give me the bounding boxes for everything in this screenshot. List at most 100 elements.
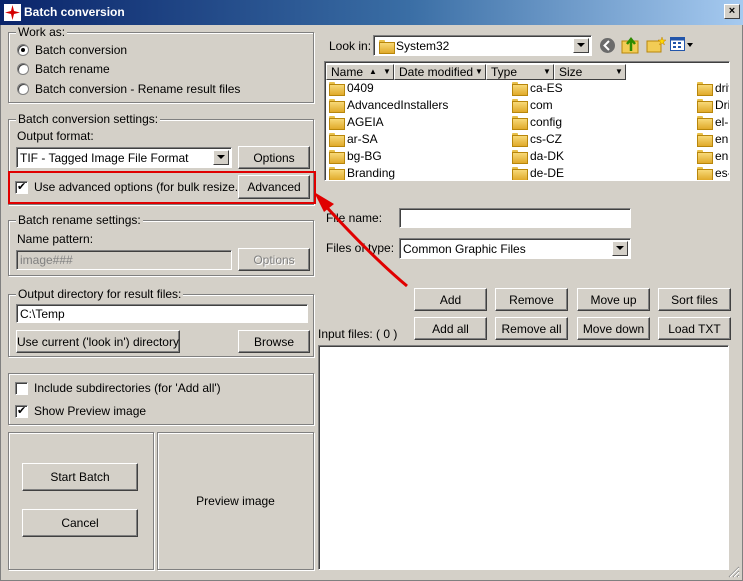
list-item-label: da-DK (530, 149, 565, 163)
list-item[interactable]: da-DK (512, 148, 564, 164)
list-item[interactable]: ca-ES (512, 80, 563, 96)
list-item[interactable]: cs-CZ (512, 131, 562, 147)
view-menu-icon[interactable] (670, 37, 694, 53)
rename-settings-group: Batch rename settings: Name pattern: ima… (8, 213, 314, 276)
chevron-down-icon[interactable]: ▼ (382, 66, 392, 78)
input-files-label: Input files: ( 0 ) (318, 327, 398, 341)
radio-button[interactable] (17, 44, 29, 56)
new-folder-icon[interactable] (646, 36, 666, 54)
back-icon[interactable] (599, 37, 616, 54)
folder-icon (512, 99, 528, 113)
chevron-down-icon[interactable]: ▼ (614, 66, 624, 78)
load-txt-button[interactable]: Load TXT (658, 317, 731, 340)
column-header-type[interactable]: Type ▼ (486, 64, 554, 80)
list-item-label: en-U (715, 149, 729, 163)
list-item[interactable]: 0409 (329, 80, 374, 96)
list-item[interactable]: es-E (697, 165, 729, 180)
list-item[interactable]: el-G (697, 114, 729, 130)
use-current-directory-button[interactable]: Use current ('look in') directory (16, 330, 180, 353)
folder-icon (512, 167, 528, 180)
resize-grip-icon[interactable] (728, 566, 740, 578)
list-item[interactable]: com (512, 97, 553, 113)
chevron-down-icon[interactable] (612, 241, 628, 256)
start-batch-button[interactable]: Start Batch (22, 463, 138, 491)
show-preview-row[interactable]: Show Preview image (15, 404, 146, 418)
cancel-button[interactable]: Cancel (22, 509, 138, 537)
radio-batch-rename[interactable]: Batch rename (17, 62, 110, 76)
look-in-label: Look in: (329, 39, 372, 53)
include-subdirs-label: Include subdirectories (for 'Add all') (34, 381, 221, 395)
column-header-size[interactable]: Size ▼ (554, 64, 626, 80)
list-item-label: Branding (347, 166, 396, 180)
list-item-label: en (715, 132, 729, 146)
folder-icon (379, 40, 395, 54)
list-item-label: ar-SA (347, 132, 378, 146)
list-item-label: AdvancedInstallers (347, 98, 449, 112)
column-header-name[interactable]: Name ▲ ▼ (326, 64, 394, 80)
remove-button[interactable]: Remove (495, 288, 568, 311)
move-down-button[interactable]: Move down (577, 317, 650, 340)
chevron-down-icon[interactable] (213, 150, 229, 165)
list-item-label: 0409 (347, 81, 374, 95)
file-name-input[interactable] (399, 208, 631, 228)
include-subdirs-checkbox[interactable] (15, 381, 28, 395)
output-directory-title: Output directory for result files: (16, 287, 184, 301)
output-directory-input[interactable]: C:\Temp (16, 304, 308, 323)
preview-area: Preview image (157, 432, 314, 570)
list-item-label: bg-BG (347, 149, 382, 163)
list-item[interactable]: driv (697, 80, 729, 96)
output-format-select[interactable]: TIF - Tagged Image File Format (16, 147, 232, 168)
radio-label: Batch rename (35, 62, 110, 76)
include-subdirs-row[interactable]: Include subdirectories (for 'Add all') (15, 381, 221, 395)
radio-button[interactable] (17, 63, 29, 75)
list-item-label: es-E (715, 166, 729, 180)
files-of-type-select[interactable]: Common Graphic Files (399, 238, 631, 259)
column-label: Type (491, 65, 518, 79)
list-item[interactable]: bg-BG (329, 148, 382, 164)
list-item[interactable]: config (512, 114, 562, 130)
list-item[interactable]: Driv (697, 97, 729, 113)
remove-all-button[interactable]: Remove all (495, 317, 568, 340)
folder-icon (697, 133, 713, 147)
chevron-down-icon[interactable] (573, 38, 589, 53)
add-all-button[interactable]: Add all (414, 317, 487, 340)
move-up-button[interactable]: Move up (577, 288, 650, 311)
list-item[interactable]: Branding (329, 165, 396, 180)
list-item-label: AGEIA (347, 115, 384, 129)
folder-icon (512, 150, 528, 164)
annotation-arrow (314, 192, 408, 288)
close-button[interactable]: × (724, 4, 740, 19)
format-options-button[interactable]: Options (238, 146, 310, 169)
sort-files-button[interactable]: Sort files (658, 288, 731, 311)
chevron-down-icon[interactable]: ▼ (474, 66, 484, 78)
list-item[interactable]: en (697, 131, 728, 147)
add-button[interactable]: Add (414, 288, 487, 311)
radio-conversion-rename[interactable]: Batch conversion - Rename result files (17, 82, 240, 96)
file-list[interactable]: Name ▲ ▼ Date modified ▼ Type ▼ Size ▼ 0… (324, 61, 730, 181)
list-item[interactable]: AGEIA (329, 114, 384, 130)
list-item[interactable]: de-DE (512, 165, 564, 180)
look-in-value: System32 (396, 38, 450, 53)
conversion-settings-title: Batch conversion settings: (16, 112, 161, 126)
list-item[interactable]: ar-SA (329, 131, 378, 147)
advanced-options-checkbox[interactable] (15, 180, 28, 194)
folder-icon (329, 82, 345, 96)
list-item[interactable]: AdvancedInstallers (329, 97, 448, 113)
column-header-date[interactable]: Date modified ▼ (394, 64, 486, 80)
app-icon (4, 4, 21, 21)
list-item-label: config (530, 115, 563, 129)
show-preview-checkbox[interactable] (15, 404, 28, 418)
browse-button[interactable]: Browse (238, 330, 310, 353)
look-in-select[interactable]: System32 (373, 35, 592, 56)
list-item[interactable]: en-U (697, 148, 729, 164)
up-folder-icon[interactable] (621, 35, 641, 55)
list-item-label: driv (715, 81, 729, 95)
folder-icon (329, 133, 345, 147)
advanced-options-checkbox-row[interactable]: Use advanced options (for bulk resize...… (15, 180, 249, 194)
input-files-list[interactable] (318, 345, 729, 570)
name-pattern-label: Name pattern: (17, 232, 94, 246)
chevron-down-icon[interactable]: ▼ (542, 66, 552, 78)
radio-batch-conversion[interactable]: Batch conversion (17, 43, 127, 57)
name-pattern-input[interactable]: image### (16, 250, 232, 270)
radio-button[interactable] (17, 83, 29, 95)
